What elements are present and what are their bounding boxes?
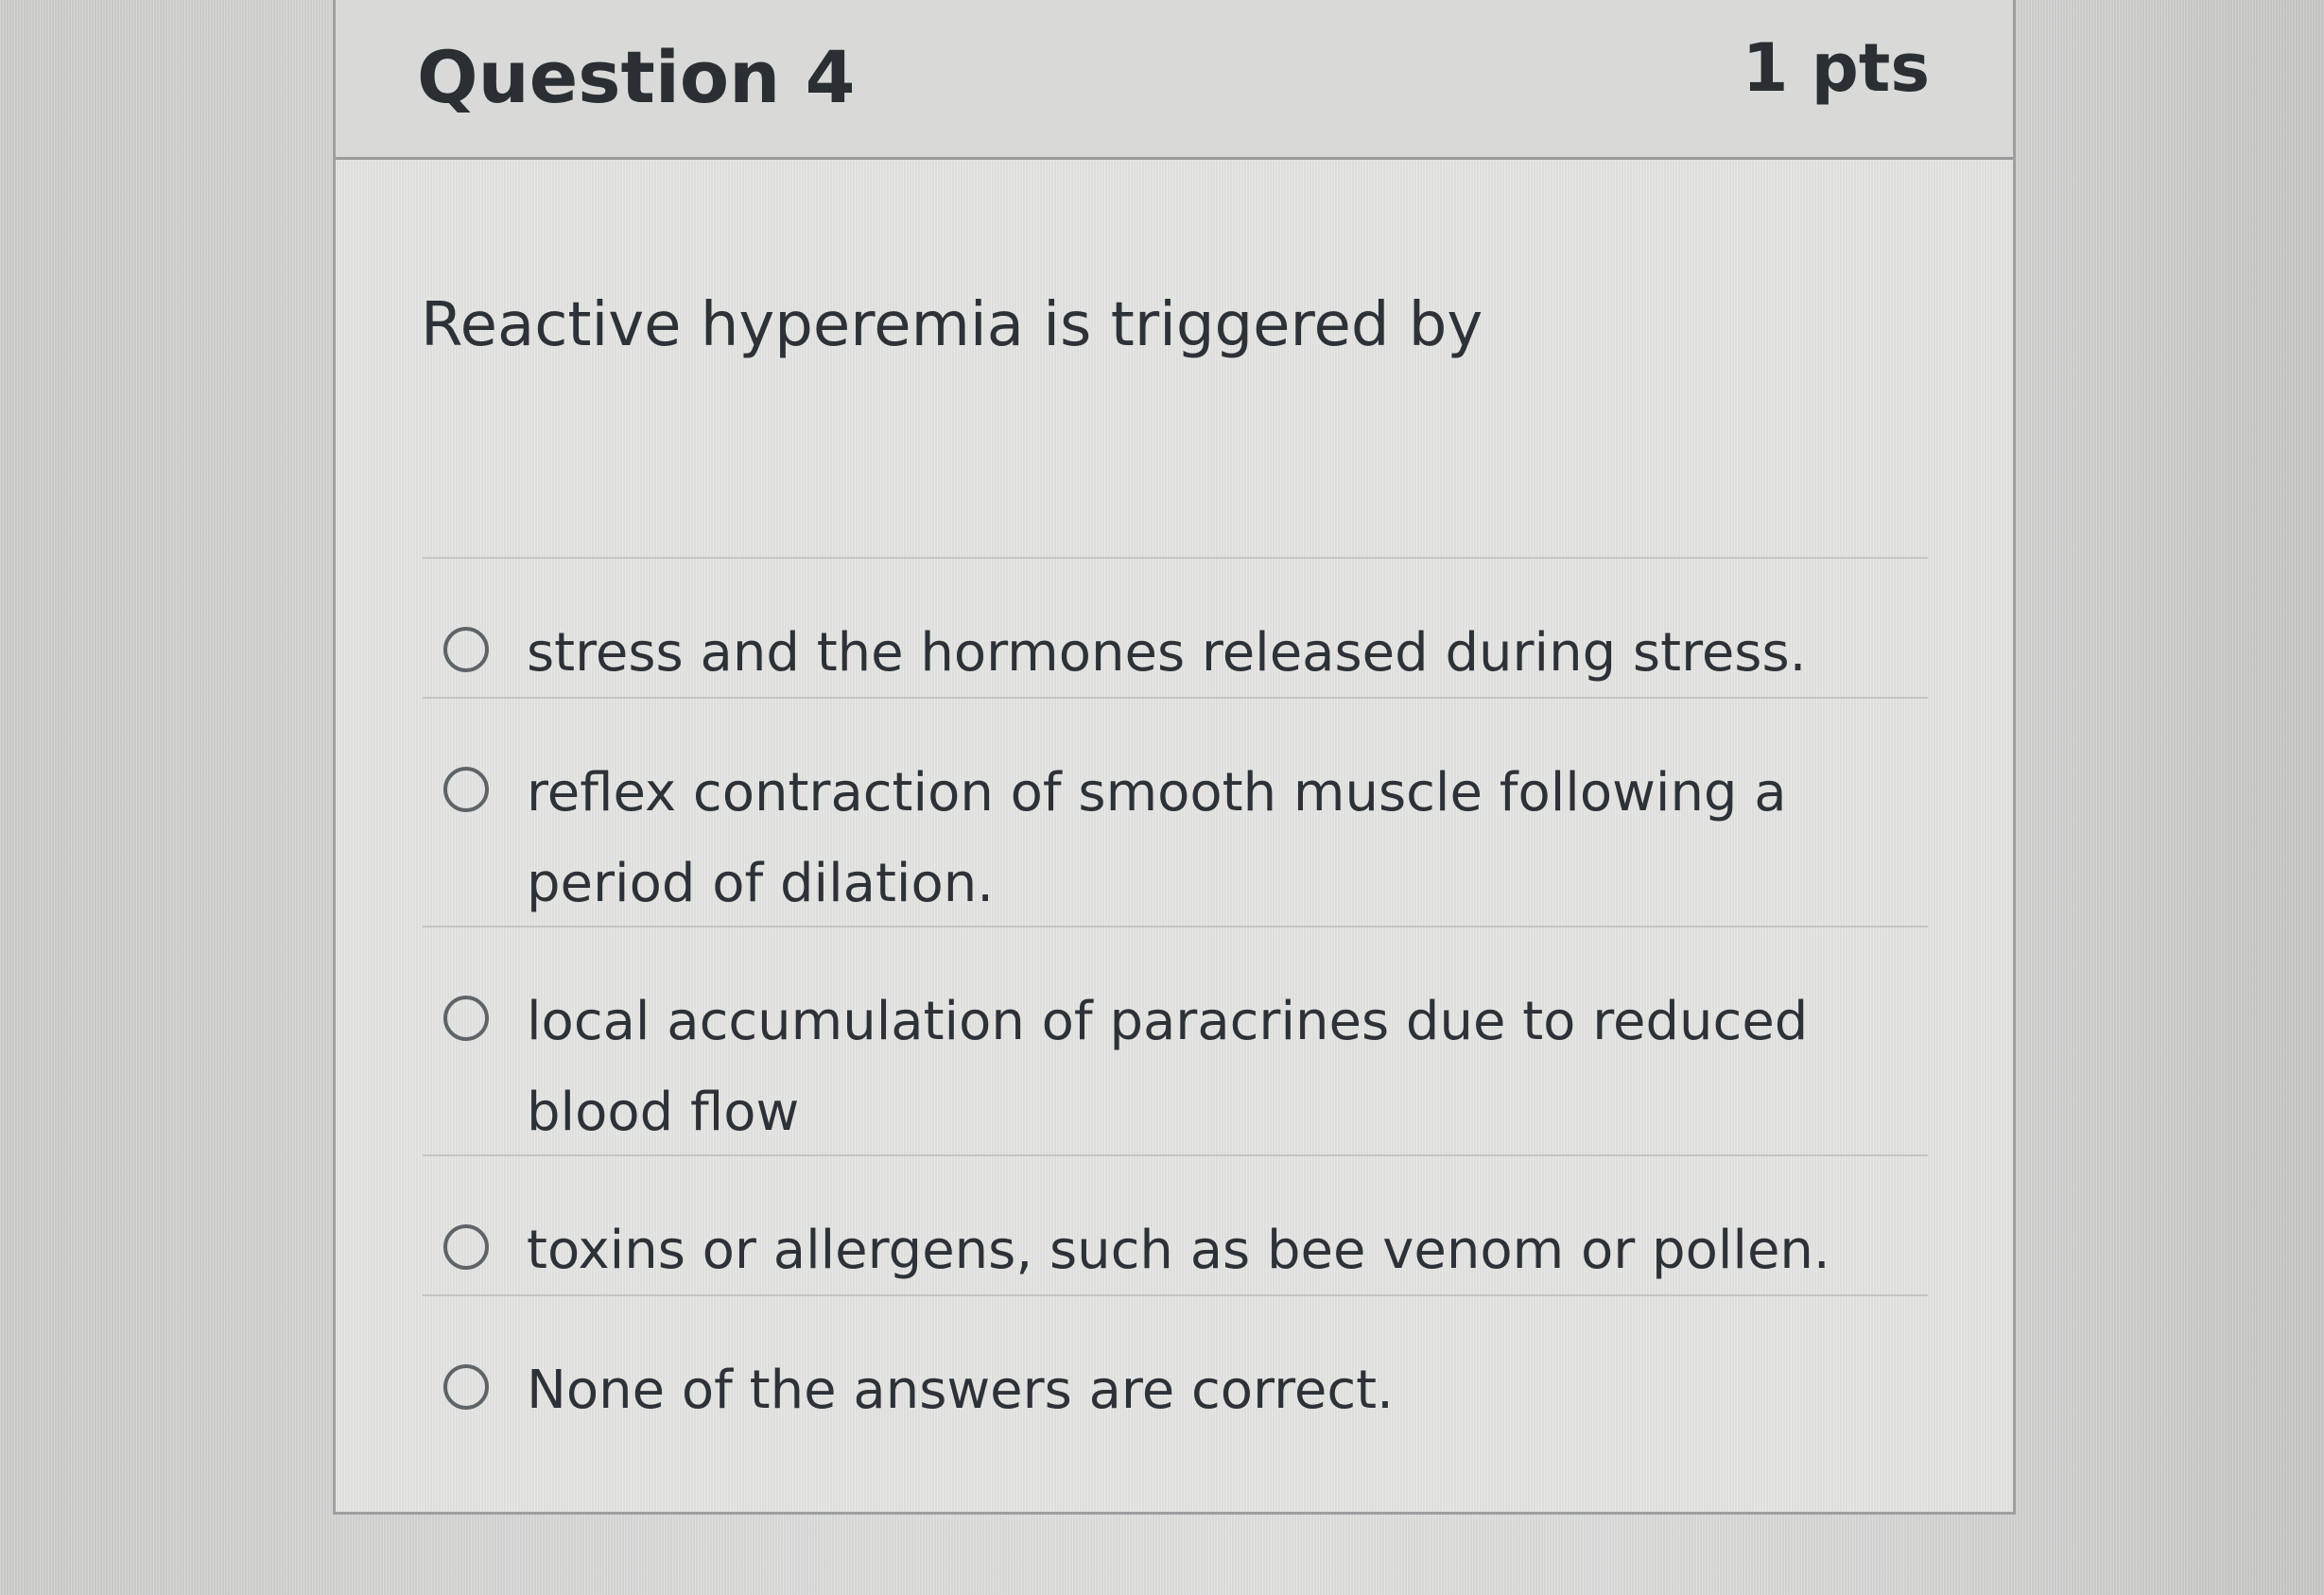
question-title: Question 4 — [417, 35, 856, 119]
answer-label[interactable]: stress and the hormones released during … — [527, 608, 1926, 699]
radio-button[interactable] — [443, 767, 489, 812]
answer-option-4[interactable]: toxins or allergens, such as bee venom o… — [423, 1156, 1928, 1296]
answer-option-3[interactable]: local accumulation of paracrines due to … — [423, 928, 1928, 1156]
answer-label[interactable]: reflex contraction of smooth muscle foll… — [527, 748, 1926, 929]
radio-button[interactable] — [443, 996, 489, 1041]
answer-option-1[interactable]: stress and the hormones released during … — [423, 559, 1928, 699]
question-points: 1 pts — [1742, 29, 1930, 107]
answer-option-5[interactable]: None of the answers are correct. — [423, 1296, 1928, 1448]
answer-label[interactable]: local accumulation of paracrines due to … — [527, 977, 1926, 1158]
answer-list: stress and the hormones released during … — [423, 557, 1928, 1448]
radio-button[interactable] — [443, 1224, 489, 1270]
radio-button[interactable] — [443, 627, 489, 672]
radio-button[interactable] — [443, 1364, 489, 1410]
answer-option-2[interactable]: reflex contraction of smooth muscle foll… — [423, 699, 1928, 928]
question-header: Question 4 1 pts — [336, 0, 2013, 160]
answer-label[interactable]: toxins or allergens, such as bee venom o… — [527, 1205, 1926, 1296]
question-prompt: Reactive hyperemia is triggered by — [421, 290, 1483, 360]
answer-label[interactable]: None of the answers are correct. — [527, 1345, 1926, 1436]
question-card: Question 4 1 pts Reactive hyperemia is t… — [333, 0, 2016, 1515]
